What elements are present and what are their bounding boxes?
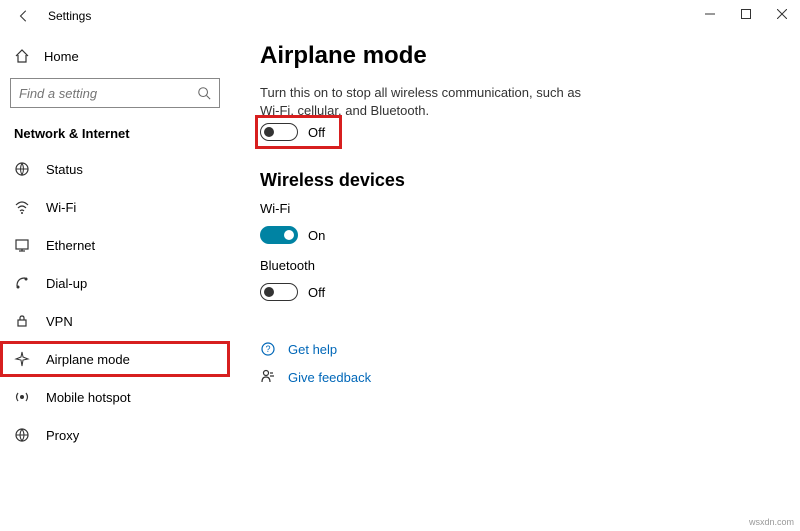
sidebar-item-dialup[interactable]: Dial-up (0, 265, 230, 301)
sidebar-item-wifi[interactable]: Wi-Fi (0, 189, 230, 225)
sidebar-item-status[interactable]: Status (0, 151, 230, 187)
sidebar-item-label: Airplane mode (46, 352, 130, 367)
home-nav[interactable]: Home (0, 40, 230, 74)
sidebar-item-label: Dial-up (46, 276, 87, 291)
hotspot-icon (14, 389, 30, 405)
main-content: Airplane mode Turn this on to stop all w… (230, 32, 800, 531)
minimize-button[interactable] (692, 0, 728, 28)
airplane-toggle-label: Off (308, 125, 325, 140)
bluetooth-sub-label: Bluetooth (260, 258, 770, 273)
sidebar-item-airplane[interactable]: Airplane mode (0, 341, 230, 377)
sidebar-item-label: Mobile hotspot (46, 390, 131, 405)
sidebar-item-ethernet[interactable]: Ethernet (0, 227, 230, 263)
bluetooth-toggle-row: Off (260, 277, 770, 307)
feedback-label: Give feedback (288, 370, 371, 385)
proxy-icon (14, 427, 30, 443)
dialup-icon (14, 275, 30, 291)
sidebar-item-vpn[interactable]: VPN (0, 303, 230, 339)
maximize-button[interactable] (728, 0, 764, 28)
category-header: Network & Internet (0, 122, 230, 151)
sidebar-item-proxy[interactable]: Proxy (0, 417, 230, 453)
vpn-icon (14, 313, 30, 329)
help-icon: ? (260, 341, 276, 357)
get-help-link[interactable]: ? Get help (260, 341, 770, 357)
title-bar: Settings (0, 0, 800, 32)
window-title: Settings (48, 9, 91, 23)
help-label: Get help (288, 342, 337, 357)
wifi-sub-label: Wi-Fi (260, 201, 770, 216)
sidebar-item-label: Ethernet (46, 238, 95, 253)
back-button[interactable] (8, 0, 40, 32)
maximize-icon (741, 9, 751, 19)
status-icon (14, 161, 30, 177)
watermark: wsxdn.com (749, 517, 794, 527)
wifi-icon (14, 199, 30, 215)
minimize-icon (705, 9, 715, 19)
feedback-link[interactable]: Give feedback (260, 369, 770, 385)
page-description: Turn this on to stop all wireless commun… (260, 84, 600, 120)
wifi-toggle-label: On (308, 228, 325, 243)
search-icon (197, 86, 211, 100)
arrow-left-icon (17, 9, 31, 23)
sidebar: Home Network & Internet Status Wi-Fi Eth… (0, 32, 230, 531)
airplane-toggle[interactable] (260, 123, 298, 141)
sidebar-item-label: Status (46, 162, 83, 177)
home-label: Home (44, 49, 79, 64)
airplane-toggle-row: Off (258, 118, 339, 146)
sidebar-item-hotspot[interactable]: Mobile hotspot (0, 379, 230, 415)
wifi-toggle-row: On (260, 220, 770, 250)
close-button[interactable] (764, 0, 800, 28)
sidebar-item-label: VPN (46, 314, 73, 329)
bluetooth-toggle-label: Off (308, 285, 325, 300)
bluetooth-toggle[interactable] (260, 283, 298, 301)
svg-text:?: ? (265, 344, 270, 354)
search-input[interactable] (11, 80, 219, 107)
search-box[interactable] (10, 78, 220, 108)
close-icon (777, 9, 787, 19)
sidebar-item-label: Proxy (46, 428, 79, 443)
airplane-icon (14, 351, 30, 367)
ethernet-icon (14, 237, 30, 253)
wifi-toggle[interactable] (260, 226, 298, 244)
page-title: Airplane mode (260, 42, 770, 70)
sidebar-item-label: Wi-Fi (46, 200, 76, 215)
feedback-icon (260, 369, 276, 385)
home-icon (14, 48, 30, 64)
wireless-section-title: Wireless devices (260, 170, 770, 191)
